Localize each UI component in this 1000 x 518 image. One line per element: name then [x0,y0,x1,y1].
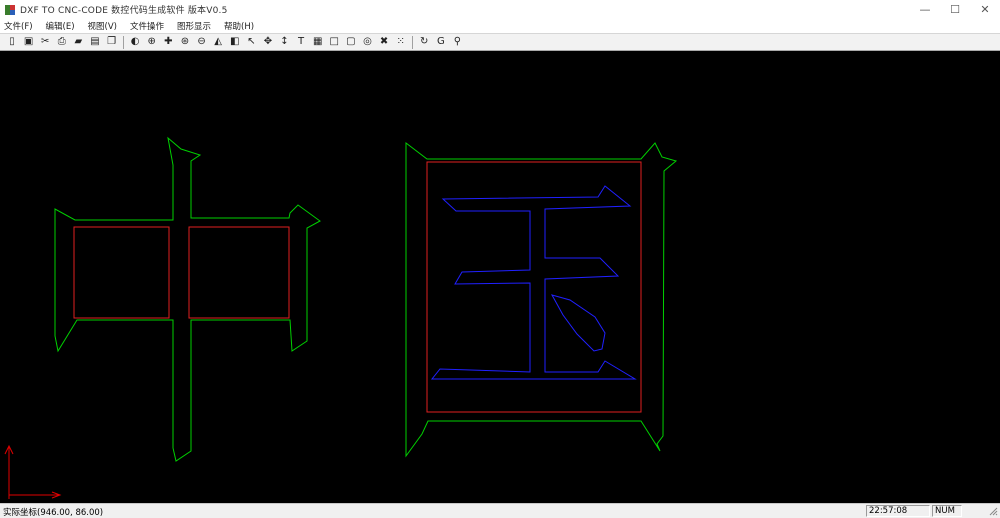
status-time: 22:57:08 [866,505,930,517]
rectangle-icon[interactable]: □ [327,35,341,49]
cut-icon[interactable]: ✂ [38,35,52,49]
open-folder-icon[interactable]: ▰ [71,35,85,49]
vertical-move-icon[interactable]: ↕ [278,35,292,49]
app-icon [5,4,15,15]
pan-icon[interactable]: ✚ [161,35,175,49]
character-path-yu [430,185,637,380]
character-path-dot [550,294,606,352]
select-arrow-icon[interactable]: ↖ [244,35,258,49]
menu-edit[interactable]: 编辑(E) [46,20,75,32]
window-controls: — ☐ ✕ [910,0,1000,19]
delete-icon[interactable]: ✖ [377,35,391,49]
toolbar-separator [123,35,125,49]
zoom-out-icon[interactable]: ⊖ [195,35,209,49]
menu-help[interactable]: 帮助(H) [224,20,254,32]
drawing-canvas[interactable] [0,51,1000,503]
text-icon[interactable]: T [294,35,308,49]
save-icon[interactable]: ▣ [22,35,36,49]
inner-contour-zhong-right [188,226,290,319]
generate-code-icon[interactable]: G [434,35,448,49]
title-bar: DXF TO CNC-CODE 数控代码生成软件 版本V0.5 — ☐ ✕ [0,0,1000,19]
status-num-lock: NUM [932,505,962,517]
outer-contour-guo [405,141,678,458]
toolbar: ▯ ▣ ✂ ⎙ ▰ ▤ ❐ ◐ ⊕ ✚ ⊛ ⊖ ◭ ◧ ↖ ✥ ↕ T ▦ □ ▢ ◎ ✖ ⁙ ↻ G ⚲ [0,33,1000,51]
print-icon[interactable]: ⎙ [55,35,69,49]
inner-contour-guo [426,161,642,413]
menu-file[interactable]: 文件(F) [4,20,33,32]
outer-contour-zhong [54,136,321,462]
menu-bar: 文件(F) 编辑(E) 视图(V) 文件操作 图形显示 帮助(H) [0,19,1000,33]
zoom-in-icon[interactable]: ⊛ [178,35,192,49]
refresh-icon[interactable]: ↻ [417,35,431,49]
rotate-icon[interactable]: ◭ [211,35,225,49]
circle-icon[interactable]: ◎ [360,35,374,49]
mirror-icon[interactable]: ◧ [228,35,242,49]
menu-graphics-display[interactable]: 图形显示 [177,20,211,32]
export-icon[interactable]: ▤ [88,35,102,49]
zoom-icon[interactable]: ⊕ [145,35,159,49]
help-icon[interactable]: ⚲ [450,35,464,49]
new-file-icon[interactable]: ▯ [5,35,19,49]
frame-icon[interactable]: ▢ [344,35,358,49]
status-bar: 实际坐标(946.00, 86.00) 22:57:08 NUM [0,503,1000,518]
close-button[interactable]: ✕ [970,0,1000,19]
coordinate-readout: 实际坐标(946.00, 86.00) [3,508,104,518]
grid-icon[interactable]: ▦ [311,35,325,49]
minimize-button[interactable]: — [910,0,940,19]
toolbar-separator [412,35,414,49]
maximize-button[interactable]: ☐ [940,0,970,19]
cad-drawing [4,136,678,499]
select-all-icon[interactable]: ⁙ [394,35,408,49]
inner-contour-zhong-left [73,226,170,319]
window-title: DXF TO CNC-CODE 数控代码生成软件 版本V0.5 [20,6,228,16]
menu-file-operations[interactable]: 文件操作 [130,20,164,32]
zoom-window-icon[interactable]: ◐ [128,35,142,49]
menu-view[interactable]: 视图(V) [88,20,117,32]
resize-grip-icon[interactable] [989,507,998,516]
copy-icon[interactable]: ❐ [105,35,119,49]
move-icon[interactable]: ✥ [261,35,275,49]
